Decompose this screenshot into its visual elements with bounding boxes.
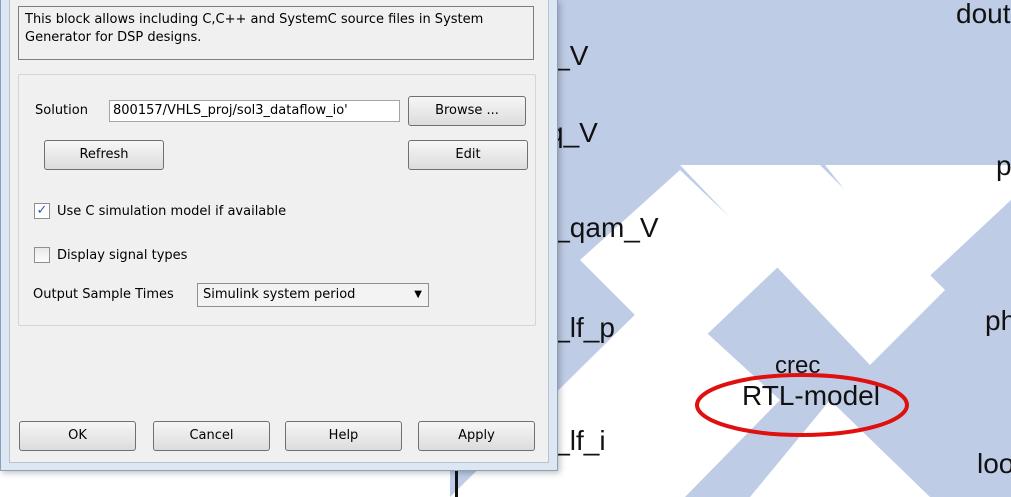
chevron-down-icon: ▼ [414,289,422,300]
use-c-sim-label: Use C simulation model if available [57,204,287,219]
port-p: p [996,150,1011,181]
port-dout: dout [956,0,1011,29]
canvas-margin [0,468,450,497]
port-l-qam-v: l_qam_V [548,212,659,243]
block-description: This block allows including C,C++ and Sy… [18,6,534,60]
highlight-ellipse [695,373,909,437]
parameters-panel: Solution 800157/VHLS_proj/sol3_dataflow_… [18,74,536,326]
cancel-button[interactable]: Cancel [153,421,270,451]
output-sample-times-value: Simulink system period [203,287,356,302]
solution-input[interactable]: 800157/VHLS_proj/sol3_dataflow_io' [109,100,400,122]
output-sample-times-select[interactable]: Simulink system period ▼ [197,283,429,307]
use-c-sim-checkbox[interactable]: ✓ [34,203,50,219]
solution-label: Solution [35,103,88,118]
refresh-button[interactable]: Refresh [44,140,164,170]
ok-button[interactable]: OK [19,421,136,451]
apply-button[interactable]: Apply [418,421,535,451]
dialog-body: This block allows including C,C++ and Sy… [9,0,549,463]
edit-button[interactable]: Edit [408,140,528,170]
port-loo: loo [977,448,1011,479]
port-ph: ph [985,305,1011,336]
output-sample-times-label: Output Sample Times [33,287,174,302]
display-signal-types-label: Display signal types [57,248,188,263]
checkmark-icon: ✓ [36,203,48,218]
port-l-lf-p: l_lf_p [548,312,615,343]
browse-button[interactable]: Browse ... [408,96,526,126]
help-button[interactable]: Help [285,421,402,451]
display-signal-types-checkbox[interactable] [34,247,50,263]
block-parameters-dialog: This block allows including C,C++ and Sy… [0,0,558,471]
